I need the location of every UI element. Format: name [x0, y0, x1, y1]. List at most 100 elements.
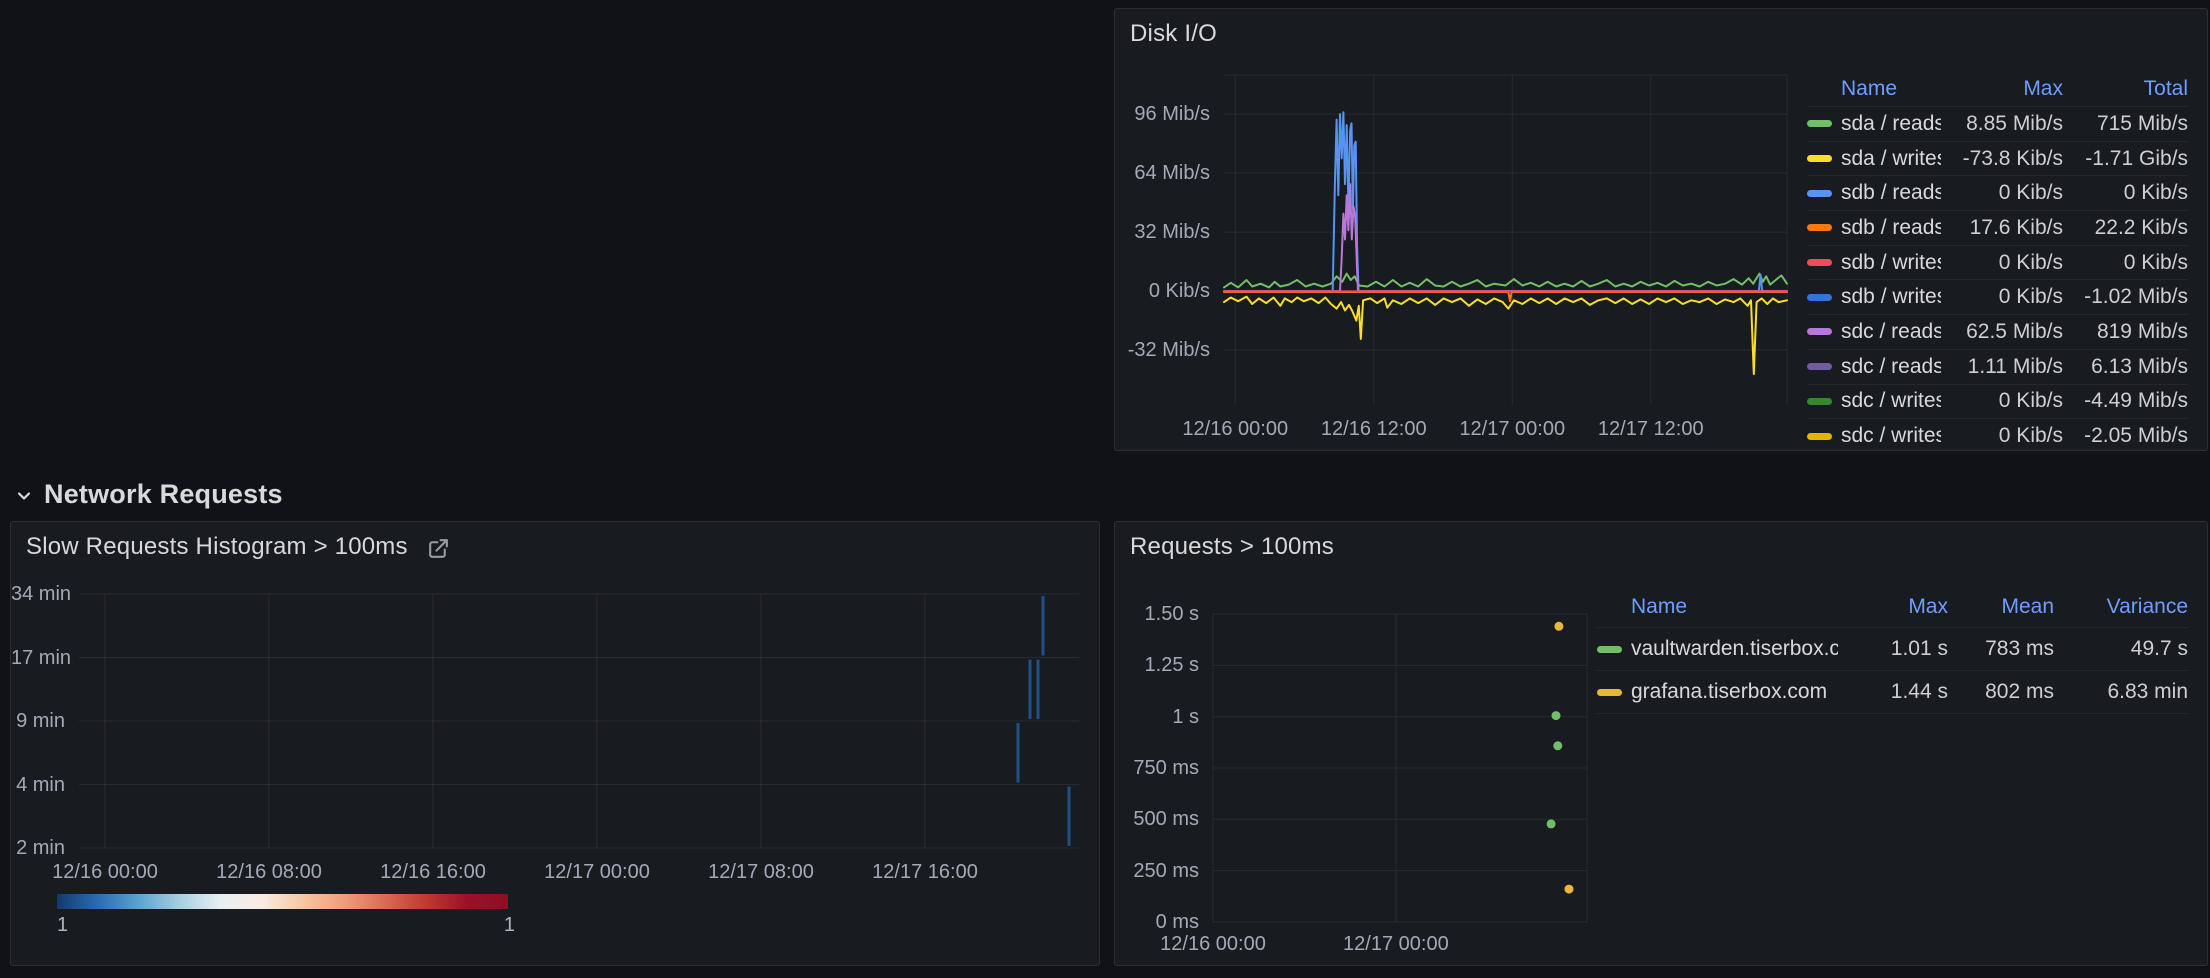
legend-value: -1.02 Mib/s — [2063, 285, 2188, 309]
series-color-swatch — [1597, 646, 1622, 653]
panel-requests-100ms: Requests > 100ms 1.50 s 1.25 s 1 s 750 ms 50… — [1114, 521, 2208, 966]
series-name[interactable]: grafana.tiserbox.com — [1631, 680, 1827, 704]
y-tick-label: 1.50 s — [1115, 602, 1199, 626]
panel-slow-requests-histogram: Slow Requests Histogram > 100ms 34 min17… — [10, 521, 1100, 966]
legend-value: 0 Kib/s — [1941, 251, 2063, 275]
series-name[interactable]: sdc / reads — [1841, 320, 1941, 344]
series-name[interactable]: sda / reads — [1841, 112, 1941, 136]
disk-io-legend: NameMaxTotal sda / reads8.85 Mib/s715 Mib… — [1807, 71, 2188, 451]
chevron-down-icon[interactable] — [14, 486, 34, 506]
y-tick-label: 2 min — [11, 836, 65, 860]
series-name[interactable]: sdc / writes — [1841, 389, 1941, 413]
series-line — [1224, 274, 1787, 288]
series-color-swatch — [1807, 433, 1832, 440]
series-color-swatch — [1807, 120, 1832, 127]
legend-value: 802 ms — [1948, 680, 2054, 704]
y-tick-label: 750 ms — [1115, 756, 1199, 780]
legend-value: 0 Kib/s — [1941, 285, 2063, 309]
legend-header-max[interactable]: Max — [1838, 595, 1948, 619]
y-tick-label: 34 min — [11, 582, 65, 606]
y-tick-label: 0 ms — [1115, 910, 1199, 934]
series-color-swatch — [1807, 328, 1832, 335]
legend-value: 17.6 Kib/s — [1941, 216, 2063, 240]
legend-value: 0 Kib/s — [1941, 181, 2063, 205]
series-line — [1224, 112, 1787, 291]
series-color-swatch — [1807, 190, 1832, 197]
series-name[interactable]: sdb / reads — [1841, 216, 1941, 240]
legend-row: sda / reads8.85 Mib/s715 Mib/s — [1807, 107, 2188, 142]
grafana-dashboard: { "page": { "background": "#111217", "pa… — [0, 0, 2210, 978]
legend-value: -4.49 Mib/s — [2063, 389, 2188, 413]
legend-header-mean[interactable]: Mean — [1948, 595, 2054, 619]
heatmap-cell — [1042, 596, 1045, 656]
legend-row: sdb / reads17.6 Kib/s22.2 Kib/s — [1807, 211, 2188, 246]
heatmap-cell — [1037, 660, 1040, 720]
series-name[interactable]: sda / writes — [1841, 147, 1941, 171]
heatmap-cell — [1029, 660, 1032, 720]
section-network-requests[interactable]: Network Requests — [14, 474, 283, 514]
panel-title-disk-io[interactable]: Disk I/O — [1130, 20, 1217, 48]
external-link-icon[interactable] — [426, 536, 451, 561]
legend-value: 1.01 s — [1838, 637, 1948, 661]
series-name[interactable]: sdb / reads — [1841, 181, 1941, 205]
scale-min-label: 1 — [57, 914, 68, 937]
legend-value: 62.5 Mib/s — [1941, 320, 2063, 344]
y-tick-label: 0 Kib/s — [1115, 279, 1210, 303]
scatter-point — [1547, 819, 1556, 828]
legend-value: 0 Kib/s — [1941, 389, 2063, 413]
series-name[interactable]: sdb / writes — [1841, 285, 1941, 309]
x-tick-label: 12/16 08:00 — [179, 860, 359, 884]
panel-title-requests[interactable]: Requests > 100ms — [1130, 533, 1334, 561]
legend-row: sdb / writes0 Kib/s0 Kib/s — [1807, 246, 2188, 281]
y-tick-label: 4 min — [11, 773, 65, 797]
panel-title-slow-requests[interactable]: Slow Requests Histogram > 100ms — [26, 533, 408, 561]
x-tick-label: 12/17 08:00 — [671, 860, 851, 884]
legend-header-max[interactable]: Max — [1941, 77, 2063, 101]
legend-value: 49.7 s — [2054, 637, 2188, 661]
legend-row: sdc / writes0 Kib/s-2.05 Mib/s — [1807, 419, 2188, 451]
series-name[interactable]: vaultwarden.tiserbox.com — [1631, 637, 1838, 661]
y-tick-label: 1 s — [1115, 705, 1199, 729]
heatmap-cell — [1068, 787, 1071, 847]
scale-max-label: 1 — [504, 914, 515, 937]
x-tick-label: 12/17 00:00 — [507, 860, 687, 884]
legend-value: 8.85 Mib/s — [1941, 112, 2063, 136]
legend-row: sdc / reads1.11 Mib/s6.13 Mib/s — [1807, 350, 2188, 385]
x-tick-label: 12/17 12:00 — [1561, 417, 1741, 441]
y-tick-label: 96 Mib/s — [1115, 102, 1210, 126]
series-color-swatch — [1807, 363, 1832, 370]
legend-row: sdc / reads62.5 Mib/s819 Mib/s — [1807, 315, 2188, 350]
scatter-point — [1553, 741, 1562, 750]
y-tick-label: 1.25 s — [1115, 653, 1199, 677]
legend-value: 6.83 min — [2054, 680, 2188, 704]
legend-header-total[interactable]: Total — [2063, 77, 2188, 101]
y-tick-label: 250 ms — [1115, 859, 1199, 883]
legend-header-name[interactable]: Name — [1597, 595, 1838, 619]
scatter-point — [1552, 711, 1561, 720]
heatmap-color-scale: 1 1 — [57, 894, 515, 937]
legend-header-name[interactable]: Name — [1807, 77, 1941, 101]
scatter-point — [1565, 885, 1574, 894]
series-color-swatch — [1807, 294, 1832, 301]
series-name[interactable]: sdc / writes — [1841, 424, 1941, 448]
series-line — [1224, 184, 1787, 291]
section-title[interactable]: Network Requests — [44, 479, 283, 510]
series-name[interactable]: sdb / writes — [1841, 251, 1941, 275]
legend-value: 0 Kib/s — [2063, 251, 2188, 275]
legend-row: sdc / writes0 Kib/s-4.49 Mib/s — [1807, 385, 2188, 420]
series-color-swatch — [1597, 689, 1622, 696]
legend-value: -2.05 Mib/s — [2063, 424, 2188, 448]
legend-header-row: NameMaxMeanVariance — [1597, 586, 2188, 628]
series-name[interactable]: sdc / reads — [1841, 355, 1941, 379]
legend-header-variance[interactable]: Variance — [2054, 595, 2188, 619]
panel-disk-io: Disk I/O 96 Mib/s64 Mib/s32 Mib/s0 Kib/s… — [1114, 8, 2208, 451]
x-tick-label: 12/16 00:00 — [15, 860, 195, 884]
y-tick-label: 500 ms — [1115, 807, 1199, 831]
legend-value: 1.11 Mib/s — [1941, 355, 2063, 379]
x-tick-label: 12/17 16:00 — [835, 860, 1015, 884]
heatmap-gradient-bar — [57, 894, 508, 909]
legend-value: -1.71 Gib/s — [2063, 147, 2188, 171]
series-color-swatch — [1807, 224, 1832, 231]
y-tick-label: 9 min — [11, 709, 65, 733]
legend-value: 783 ms — [1948, 637, 2054, 661]
